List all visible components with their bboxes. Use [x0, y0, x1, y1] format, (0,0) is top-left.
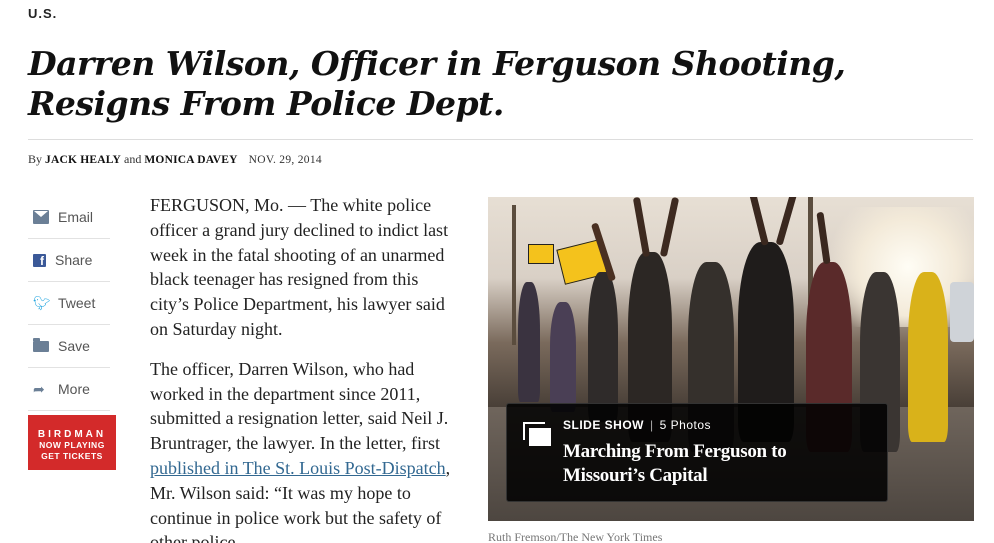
- divider: [28, 139, 973, 140]
- slideshow-icon-front: [529, 428, 551, 446]
- raised-arm: [775, 197, 800, 246]
- byline-prefix: By: [28, 152, 43, 166]
- slideshow-overlay[interactable]: SLIDE SHOW | 5 Photos Marching From Fergus…: [506, 403, 888, 502]
- publish-date: NOV. 29, 2014: [248, 154, 322, 166]
- article-paragraph-1: FERGUSON, Mo. — The white police officer…: [150, 195, 449, 339]
- slideshow-separator: |: [650, 418, 654, 432]
- parked-car: [950, 282, 974, 342]
- raised-arm: [632, 197, 651, 258]
- headline: Darren Wilson, Officer in Ferguson Shoot…: [28, 44, 846, 123]
- more-label: More: [58, 381, 90, 397]
- save-button[interactable]: Save: [28, 325, 110, 368]
- more-arrow-icon: ➦: [33, 381, 45, 397]
- slideshow-kicker: SLIDE SHOW | 5 Photos: [563, 418, 711, 432]
- protest-sign: [528, 244, 554, 264]
- slideshow-label: SLIDE SHOW: [563, 418, 645, 432]
- raised-arm: [659, 197, 680, 258]
- slideshow-photo[interactable]: SLIDE SHOW | 5 Photos Marching From Fergus…: [488, 197, 974, 521]
- share-facebook-button[interactable]: f Share: [28, 239, 110, 282]
- share-facebook-label: Share: [55, 252, 93, 268]
- twitter-icon: 🐦︎: [33, 295, 51, 311]
- paragraph-2-text-before: The officer, Darren Wilson, who had work…: [150, 358, 449, 454]
- photo-credit: Ruth Fremson/The New York Times: [488, 530, 663, 543]
- facebook-icon: f: [33, 253, 46, 268]
- email-icon: [33, 210, 49, 224]
- slideshow-photo-count: 5 Photos: [659, 418, 712, 432]
- article-body: FERGUSON, Mo. — The white police officer…: [150, 193, 452, 543]
- share-email-label: Email: [58, 209, 94, 225]
- marcher: [550, 302, 576, 412]
- more-button[interactable]: ➦ More: [28, 368, 110, 411]
- ad-title: BIRDMAN: [37, 429, 107, 440]
- marcher-yellow-shirt: [908, 272, 948, 442]
- save-icon: [33, 337, 49, 352]
- author-link-1[interactable]: JACK HEALY: [45, 154, 121, 166]
- marcher: [518, 282, 540, 402]
- ad-get-tickets: GET TICKETS: [41, 451, 103, 461]
- byline: By JACK HEALY and MONICA DAVEY NOV. 29, …: [28, 152, 322, 167]
- share-twitter-label: Tweet: [58, 295, 96, 311]
- byline-and: and: [124, 152, 142, 166]
- raised-arm: [746, 197, 769, 246]
- share-tools: Email f Share 🐦︎ Tweet Save ➦ More: [28, 196, 110, 411]
- article-paragraph-2: The officer, Darren Wilson, who had work…: [150, 357, 452, 543]
- save-label: Save: [58, 338, 90, 354]
- post-dispatch-link[interactable]: published in The St. Louis Post-Dispatch: [150, 458, 446, 478]
- slideshow-icon: [523, 422, 551, 446]
- section-label[interactable]: U.S.: [28, 6, 57, 21]
- ad-now-playing: NOW PLAYING: [39, 440, 105, 450]
- author-link-2[interactable]: MONICA DAVEY: [144, 154, 237, 166]
- slideshow-title[interactable]: Marching From Ferguson to Missouri’s Cap…: [563, 440, 863, 488]
- share-email-button[interactable]: Email: [28, 196, 110, 239]
- birdman-ad[interactable]: BIRDMAN NOW PLAYING GET TICKETS: [28, 415, 116, 470]
- marcher: [588, 272, 618, 422]
- share-twitter-button[interactable]: 🐦︎ Tweet: [28, 282, 110, 325]
